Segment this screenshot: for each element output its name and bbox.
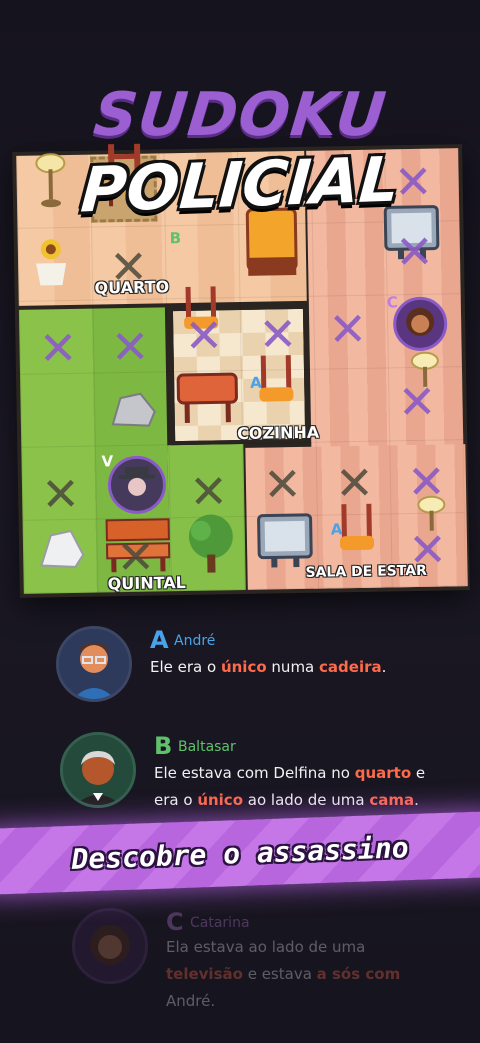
suspect-name: André xyxy=(174,633,216,649)
room-label-sala: SALA DE ESTAR xyxy=(305,562,427,581)
avatar-catarina-token xyxy=(392,296,448,352)
suspect-tag-c: C xyxy=(386,293,398,312)
x-mark: ✕ xyxy=(397,374,437,429)
room-label-quintal: QUINTAL xyxy=(107,572,187,594)
suspect-name: Catarina xyxy=(190,915,250,931)
rock-icon xyxy=(37,527,88,576)
suspect-card-catarina[interactable]: C Catarina Ela estava ao lado de uma tel… xyxy=(72,908,480,1010)
avatar xyxy=(56,626,132,702)
victim-tag-v: V xyxy=(101,452,114,471)
table-icon xyxy=(176,370,239,429)
avatar xyxy=(60,732,136,808)
x-mark: ✕ xyxy=(40,466,81,521)
flower-pot-icon xyxy=(28,233,75,294)
suspect-tag-a2: A xyxy=(330,520,343,539)
suspect-name: Baltasar xyxy=(178,739,236,755)
room-label-cozinha: COZINHA xyxy=(236,422,320,444)
room-label-quarto: QUARTO xyxy=(94,277,170,298)
rock-icon xyxy=(108,389,159,434)
avatar-victim-token xyxy=(107,455,167,515)
title-sudoku: SUDOKU xyxy=(90,80,390,150)
suspect-letter: A xyxy=(150,626,169,654)
x-mark: ✕ xyxy=(184,307,224,363)
suspect-tag-b: B xyxy=(169,229,182,248)
x-mark: ✕ xyxy=(110,319,150,374)
x-mark: ✕ xyxy=(328,301,368,356)
suspect-letter: C xyxy=(166,908,184,936)
avatar xyxy=(72,908,148,984)
suspect-card-andre[interactable]: A André Ele era o único numa cadeira. xyxy=(56,626,476,716)
tree-icon xyxy=(182,510,239,581)
suspect-letter: B xyxy=(154,732,173,760)
x-mark: ✕ xyxy=(262,456,303,512)
suspect-clue: Ela estava ao lado de uma televisão e es… xyxy=(166,938,401,1010)
suspect-tag-a: A xyxy=(250,373,262,392)
x-mark: ✕ xyxy=(38,320,78,376)
suspect-clue: Ele era o único numa cadeira. xyxy=(150,658,387,676)
banner-label: Descobre o assassino xyxy=(70,830,410,876)
suspect-clue: Ele estava com Delfina no quarto e era o… xyxy=(154,764,426,809)
